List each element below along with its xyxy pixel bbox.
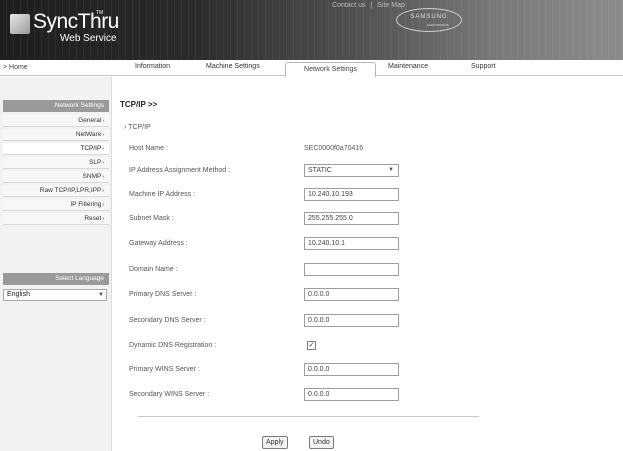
sidebar-section-title: Network Settings	[3, 100, 109, 112]
sidebar-item-ip-filtering[interactable]: IP Filtering›	[3, 199, 109, 211]
site-map-link[interactable]: Site Map	[377, 2, 405, 9]
chevron-right-icon: ›	[102, 188, 104, 194]
domain-name-label: Domain Name :	[129, 266, 178, 273]
chevron-right-icon: ›	[102, 132, 104, 138]
chevron-right-icon: ›	[102, 216, 104, 222]
tab-maintenance[interactable]: Maintenance	[388, 63, 428, 70]
contact-us-link[interactable]: Contact us	[332, 2, 365, 9]
main-nav: > Home Information Machine Settings Netw…	[0, 60, 623, 77]
secondary-dns-input[interactable]: 0.0.0.0	[304, 314, 399, 327]
machine-ip-label: Machine IP Address :	[129, 191, 196, 198]
host-name-value: SEC0000f0a70416	[304, 145, 364, 152]
sidebar-item-raw-tcpip-lpr-ipp[interactable]: Raw TCP/IP,LPR,IPP›	[3, 185, 109, 197]
page-title: TCP/IP >>	[120, 100, 158, 109]
syncthru-logo-icon	[10, 14, 30, 34]
dynamic-dns-label: Dynamic DNS Registration :	[129, 342, 217, 349]
machine-ip-input[interactable]: 10.240.10.193	[304, 188, 399, 201]
sidebar-item-tcpip[interactable]: TCP/IP›	[3, 143, 109, 155]
samsung-logo-text: SAMSUNG	[410, 14, 448, 20]
top-links: Contact us | Site Map	[332, 2, 405, 9]
dynamic-dns-checkbox[interactable]: ✓	[307, 341, 316, 350]
ip-method-select[interactable]: STATIC ▼	[304, 164, 399, 177]
sidebar-item-label: Reset	[84, 215, 102, 222]
chevron-right-icon: ›	[102, 146, 104, 152]
home-link[interactable]: > Home	[3, 64, 28, 71]
sidebar-item-general[interactable]: General›	[3, 115, 109, 127]
samsung-logo-subtext: ELECTRONICS	[427, 23, 449, 27]
chevron-right-icon: ›	[102, 118, 104, 124]
gateway-address-input[interactable]: 10.240.10.1	[304, 237, 399, 250]
language-select-value: English	[7, 291, 30, 298]
sidebar-item-label: IP Filtering	[70, 201, 102, 208]
form-divider	[138, 416, 479, 417]
chevron-down-icon: ▼	[388, 167, 394, 173]
sidebar-item-label: SNMP	[82, 173, 102, 180]
primary-dns-input[interactable]: 0.0.0.0	[304, 288, 399, 301]
chevron-right-icon: ›	[102, 202, 104, 208]
sidebar-item-slp[interactable]: SLP›	[3, 157, 109, 169]
chevron-right-icon: ›	[102, 174, 104, 180]
sidebar-item-label: General	[78, 117, 102, 124]
language-select[interactable]: English ▼	[3, 289, 107, 301]
sidebar-item-reset[interactable]: Reset›	[3, 213, 109, 225]
host-name-label: Host Name :	[129, 145, 168, 152]
secondary-dns-label: Secondary DNS Server :	[129, 317, 206, 324]
app-logo-subtitle: Web Service	[60, 33, 117, 44]
header-banner: SyncThru TM Web Service Contact us | Site …	[0, 0, 623, 60]
sidebar-item-label: TCP/IP	[80, 145, 102, 152]
primary-wins-input[interactable]: 0.0.0.0	[304, 363, 399, 376]
subnet-mask-input[interactable]: 255.255.255.0	[304, 212, 399, 225]
primary-wins-label: Primary WINS Server :	[129, 366, 200, 373]
chevron-down-icon: ▼	[98, 292, 104, 298]
app-logo-title: SyncThru	[33, 10, 119, 33]
samsung-logo: SAMSUNG ELECTRONICS	[396, 8, 462, 32]
secondary-wins-label: Secondary WINS Server :	[129, 391, 210, 398]
sidebar-item-label: NetWare	[75, 131, 102, 138]
gateway-address-label: Gateway Address :	[129, 240, 188, 247]
apply-button[interactable]: Apply	[262, 436, 288, 449]
trademark-mark: TM	[96, 10, 104, 16]
tab-network-settings[interactable]: Network Settings	[285, 62, 376, 77]
domain-name-input[interactable]	[304, 263, 399, 276]
section-subtitle: › TCP/IP	[124, 124, 151, 131]
top-links-separator: |	[370, 2, 373, 9]
language-section-title: Select Language	[3, 273, 109, 285]
sidebar-item-netware[interactable]: NetWare›	[3, 129, 109, 141]
sidebar-item-snmp[interactable]: SNMP›	[3, 171, 109, 183]
tab-support[interactable]: Support	[471, 63, 496, 70]
sidebar-item-label: Raw TCP/IP,LPR,IPP	[39, 187, 102, 194]
sidebar-item-label: SLP	[89, 159, 102, 166]
sidebar: Network Settings General› NetWare› TCP/I…	[0, 77, 112, 451]
chevron-right-icon: ›	[102, 160, 104, 166]
tab-information[interactable]: Information	[135, 63, 170, 70]
ip-method-select-value: STATIC	[308, 167, 332, 174]
secondary-wins-input[interactable]: 0.0.0.0	[304, 388, 399, 401]
tab-machine-settings[interactable]: Machine Settings	[206, 63, 260, 70]
ip-method-label: IP Address Assignment Method :	[129, 167, 231, 174]
primary-dns-label: Primary DNS Server :	[129, 291, 197, 298]
undo-button[interactable]: Undo	[309, 436, 334, 449]
subnet-mask-label: Subnet Mask :	[129, 215, 174, 222]
main-content: TCP/IP >> › TCP/IP Host Name : SEC0000f0…	[118, 92, 618, 451]
